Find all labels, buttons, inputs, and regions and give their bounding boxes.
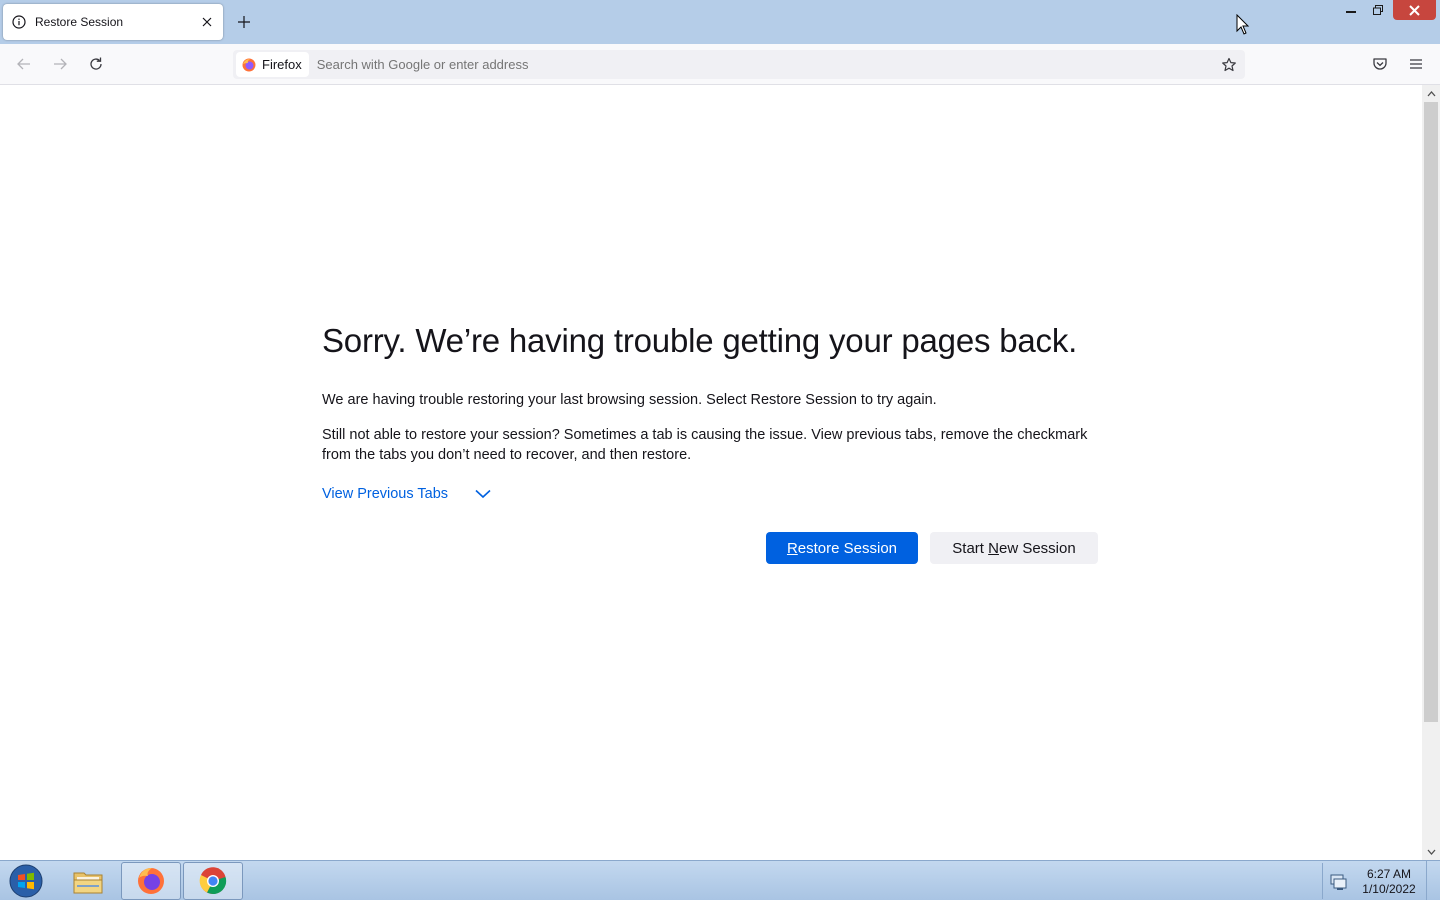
pocket-icon — [1373, 58, 1387, 70]
star-icon — [1222, 57, 1236, 71]
file-explorer-icon — [73, 872, 103, 894]
taskbar-file-explorer[interactable] — [58, 862, 118, 900]
bookmark-star-button[interactable] — [1215, 51, 1243, 79]
forward-button[interactable] — [48, 52, 72, 76]
tab-title: Restore Session — [35, 15, 124, 29]
error-help-message: Still not able to restore your session? … — [322, 427, 1088, 463]
pocket-button[interactable] — [1368, 52, 1392, 76]
info-icon — [11, 14, 27, 30]
scroll-down-button[interactable] — [1422, 843, 1440, 860]
show-desktop-button[interactable] — [1426, 861, 1440, 900]
restore-accesskey: R — [786, 539, 798, 557]
chevron-down-icon — [1427, 849, 1435, 855]
vertical-scrollbar[interactable] — [1422, 85, 1440, 860]
view-previous-tabs-label: View Previous Tabs — [322, 486, 449, 502]
windows-start-icon — [9, 864, 43, 898]
view-previous-tabs-toggle[interactable]: View Previous Tabs — [322, 485, 492, 503]
start-new-session-button[interactable]: Start New Session — [930, 532, 1098, 564]
mouse-cursor-icon — [1236, 13, 1250, 41]
network-icon[interactable] — [1330, 873, 1348, 891]
new-session-accesskey: N — [988, 539, 999, 557]
app-menu-button[interactable] — [1404, 52, 1428, 76]
restore-icon — [1373, 5, 1383, 15]
page-title: Sorry. We’re having trouble getting your… — [322, 322, 1078, 359]
tab-restore-session[interactable]: Restore Session — [3, 4, 223, 40]
minimize-button[interactable] — [1338, 0, 1364, 20]
scroll-up-button[interactable] — [1422, 85, 1440, 102]
page-content: Sorry. We’re having trouble getting your… — [0, 85, 1422, 860]
start-button[interactable] — [6, 863, 46, 899]
tray-separator — [1322, 863, 1323, 899]
taskbar-chrome[interactable] — [183, 862, 243, 900]
url-input[interactable] — [316, 57, 1215, 72]
chrome-icon — [199, 867, 227, 895]
firefox-icon — [138, 868, 164, 894]
clock-time: 6:27 AM — [1366, 867, 1412, 881]
identity-label: Firefox — [262, 57, 302, 72]
titlebar: Restore Session — [0, 0, 1440, 44]
chevron-up-icon — [1427, 90, 1435, 96]
taskbar-firefox[interactable] — [121, 862, 181, 900]
forward-arrow-icon — [54, 58, 67, 70]
restore-label-rest: estore Session — [797, 539, 898, 557]
reload-button[interactable] — [84, 52, 108, 76]
scrollbar-thumb[interactable] — [1424, 102, 1438, 722]
back-button[interactable] — [12, 52, 36, 76]
identity-box[interactable]: Firefox — [236, 52, 309, 77]
firefox-icon — [242, 58, 256, 71]
restore-session-button[interactable]: Restore Session — [766, 532, 918, 564]
navigation-toolbar: Firefox — [0, 44, 1440, 85]
hamburger-menu-icon — [1410, 59, 1422, 69]
back-arrow-icon — [17, 58, 30, 70]
address-bar[interactable]: Firefox — [233, 50, 1245, 79]
taskbar: 6:27 AM 1/10/2022 — [0, 860, 1440, 900]
clock-date: 1/10/2022 — [1362, 882, 1416, 896]
plus-icon — [238, 16, 250, 28]
new-session-label-rest: ew Session — [998, 539, 1076, 557]
reload-icon — [90, 57, 102, 70]
close-icon — [1409, 4, 1420, 16]
restore-button[interactable] — [1365, 0, 1391, 20]
chevron-down-icon — [474, 485, 492, 503]
tab-close-icon[interactable] — [195, 10, 219, 34]
new-tab-button[interactable] — [232, 10, 256, 34]
system-clock[interactable]: 6:27 AM 1/10/2022 — [1356, 867, 1422, 897]
close-window-button[interactable] — [1393, 0, 1436, 20]
error-message: We are having trouble restoring your las… — [322, 392, 937, 408]
minimize-icon — [1346, 11, 1356, 13]
new-session-label-before: Start — [952, 539, 989, 557]
